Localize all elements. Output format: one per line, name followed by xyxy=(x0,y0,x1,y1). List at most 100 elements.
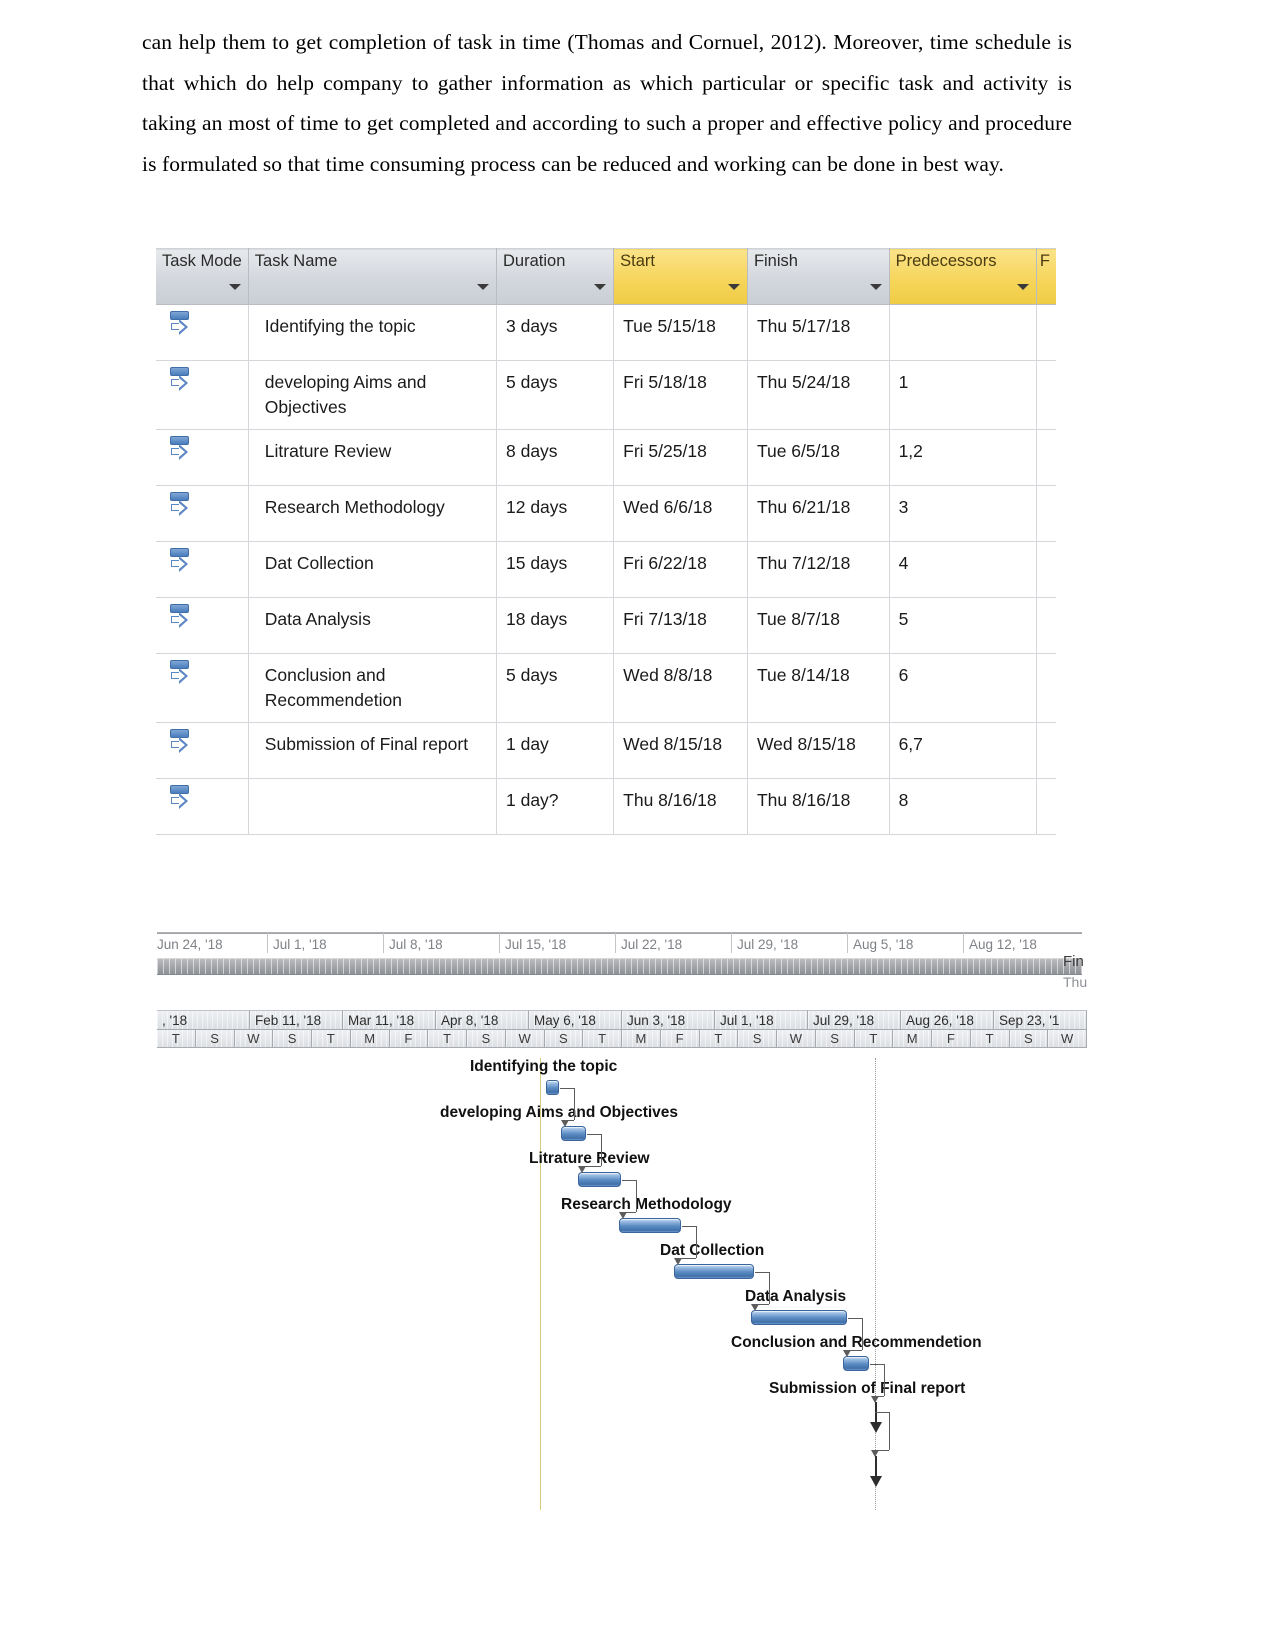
chevron-down-icon[interactable] xyxy=(727,284,740,290)
cell-duration[interactable]: 18 days xyxy=(496,597,615,654)
cell-partial[interactable] xyxy=(1036,485,1056,542)
table-row[interactable]: 1 day? Thu 8/16/18 Thu 8/16/18 8 xyxy=(156,778,1056,835)
column-header-finish[interactable]: Finish xyxy=(747,248,890,305)
table-row[interactable]: Conclusion and Recommendetion 5 days Wed… xyxy=(156,653,1056,723)
chevron-down-icon[interactable] xyxy=(477,284,489,290)
table-row[interactable]: Dat Collection 15 days Fri 6/22/18 Thu 7… xyxy=(156,541,1056,598)
cell-duration[interactable]: 1 day xyxy=(496,722,615,779)
cell-task-name[interactable]: Research Methodology xyxy=(248,485,498,542)
cell-predecessors[interactable]: 4 xyxy=(889,541,1037,598)
timeline-tick xyxy=(383,933,384,953)
cell-finish[interactable]: Thu 6/21/18 xyxy=(747,485,890,542)
cell-finish[interactable]: Tue 6/5/18 xyxy=(747,429,890,486)
cell-task-mode[interactable] xyxy=(156,778,249,835)
table-row[interactable]: Research Methodology 12 days Wed 6/6/18 … xyxy=(156,485,1056,542)
cell-start[interactable]: Fri 6/22/18 xyxy=(613,541,748,598)
cell-start[interactable]: Thu 8/16/18 xyxy=(613,778,748,835)
cell-finish[interactable]: Thu 5/17/18 xyxy=(747,304,890,361)
cell-start[interactable]: Tue 5/15/18 xyxy=(613,304,748,361)
cell-finish[interactable]: Thu 5/24/18 xyxy=(747,360,890,430)
cell-task-name[interactable]: developing Aims and Objectives xyxy=(248,360,498,430)
cell-task-name[interactable]: Conclusion and Recommendetion xyxy=(248,653,498,723)
cell-partial[interactable] xyxy=(1036,429,1056,486)
gantt-bar[interactable] xyxy=(751,1310,847,1325)
cell-duration[interactable]: 1 day? xyxy=(496,778,615,835)
cell-predecessors[interactable]: 5 xyxy=(889,597,1037,654)
timeline-tick xyxy=(963,933,964,953)
cell-start[interactable]: Wed 8/15/18 xyxy=(613,722,748,779)
cell-partial[interactable] xyxy=(1036,360,1056,430)
cell-task-mode[interactable] xyxy=(156,304,249,361)
gantt-bar[interactable] xyxy=(674,1264,754,1279)
timeline-day-cell: W xyxy=(505,1030,545,1048)
column-header-task-name[interactable]: Task Name xyxy=(248,248,498,305)
cell-task-mode[interactable] xyxy=(156,429,249,486)
cell-partial[interactable] xyxy=(1036,778,1056,835)
chevron-down-icon[interactable] xyxy=(869,284,882,290)
cell-start[interactable]: Wed 6/6/18 xyxy=(613,485,748,542)
gantt-milestone-marker[interactable] xyxy=(870,1476,882,1487)
cell-predecessors[interactable]: 3 xyxy=(889,485,1037,542)
cell-start[interactable]: Fri 5/18/18 xyxy=(613,360,748,430)
cell-predecessors[interactable]: 1,2 xyxy=(889,429,1037,486)
chevron-down-icon[interactable] xyxy=(1016,284,1029,290)
cell-task-name[interactable]: Litrature Review xyxy=(248,429,498,486)
cell-finish[interactable]: Tue 8/7/18 xyxy=(747,597,890,654)
cell-finish[interactable]: Thu 8/16/18 xyxy=(747,778,890,835)
cell-duration[interactable]: 8 days xyxy=(496,429,615,486)
cell-task-name[interactable]: Identifying the topic xyxy=(248,304,498,361)
cell-start[interactable]: Fri 7/13/18 xyxy=(613,597,748,654)
chevron-down-icon[interactable] xyxy=(594,284,607,290)
cell-predecessors[interactable]: 6,7 xyxy=(889,722,1037,779)
cell-task-mode[interactable] xyxy=(156,597,249,654)
column-header-duration[interactable]: Duration xyxy=(496,248,615,305)
cell-task-mode[interactable] xyxy=(156,653,249,723)
gantt-bar[interactable] xyxy=(619,1218,681,1233)
gantt-bar[interactable] xyxy=(561,1126,586,1141)
cell-predecessors[interactable]: 6 xyxy=(889,653,1037,723)
cell-duration[interactable]: 5 days xyxy=(496,360,615,430)
gantt-milestone-marker[interactable] xyxy=(870,1422,882,1433)
gantt-bar[interactable] xyxy=(578,1172,621,1187)
cell-duration[interactable]: 3 days xyxy=(496,304,615,361)
cell-partial[interactable] xyxy=(1036,304,1056,361)
cell-predecessors[interactable] xyxy=(889,304,1037,361)
table-row[interactable]: Submission of Final report 1 day Wed 8/1… xyxy=(156,722,1056,779)
cell-finish[interactable]: Wed 8/15/18 xyxy=(747,722,890,779)
cell-predecessors[interactable]: 1 xyxy=(889,360,1037,430)
cell-task-name[interactable]: Dat Collection xyxy=(248,541,498,598)
cell-task-mode[interactable] xyxy=(156,360,249,430)
cell-finish[interactable]: Thu 7/12/18 xyxy=(747,541,890,598)
cell-finish[interactable]: Tue 8/14/18 xyxy=(747,653,890,723)
cell-start[interactable]: Wed 8/8/18 xyxy=(613,653,748,723)
cell-task-mode[interactable] xyxy=(156,722,249,779)
timeline-week-cell: Jun 3, '18 xyxy=(622,1010,715,1030)
cell-task-name[interactable]: Data Analysis xyxy=(248,597,498,654)
cell-duration[interactable]: 15 days xyxy=(496,541,615,598)
gantt-bar[interactable] xyxy=(843,1356,869,1371)
cell-partial[interactable] xyxy=(1036,541,1056,598)
cell-duration[interactable]: 5 days xyxy=(496,653,615,723)
gantt-bar[interactable] xyxy=(546,1080,559,1095)
column-header-task-mode[interactable]: Task Mode xyxy=(156,248,249,305)
table-row[interactable]: developing Aims and Objectives 5 days Fr… xyxy=(156,360,1056,430)
cell-task-mode[interactable] xyxy=(156,485,249,542)
table-row[interactable]: Identifying the topic 3 days Tue 5/15/18… xyxy=(156,304,1056,361)
cell-partial[interactable] xyxy=(1036,722,1056,779)
column-header-partial[interactable]: F xyxy=(1036,248,1056,305)
cell-partial[interactable] xyxy=(1036,597,1056,654)
cell-task-mode[interactable] xyxy=(156,541,249,598)
cell-duration[interactable]: 12 days xyxy=(496,485,615,542)
cell-task-name[interactable]: Submission of Final report xyxy=(248,722,498,779)
chevron-down-icon[interactable] xyxy=(228,284,241,290)
auto-scheduled-icon xyxy=(170,604,196,634)
timeline-scroll-bar[interactable] xyxy=(157,958,1082,975)
cell-partial[interactable] xyxy=(1036,653,1056,723)
table-row[interactable]: Litrature Review 8 days Fri 5/25/18 Tue … xyxy=(156,429,1056,486)
column-header-start[interactable]: Start xyxy=(613,248,748,305)
cell-task-name[interactable] xyxy=(248,778,498,835)
cell-predecessors[interactable]: 8 xyxy=(889,778,1037,835)
column-header-predecessors[interactable]: Predecessors xyxy=(889,248,1037,305)
cell-start[interactable]: Fri 5/25/18 xyxy=(613,429,748,486)
table-row[interactable]: Data Analysis 18 days Fri 7/13/18 Tue 8/… xyxy=(156,597,1056,654)
